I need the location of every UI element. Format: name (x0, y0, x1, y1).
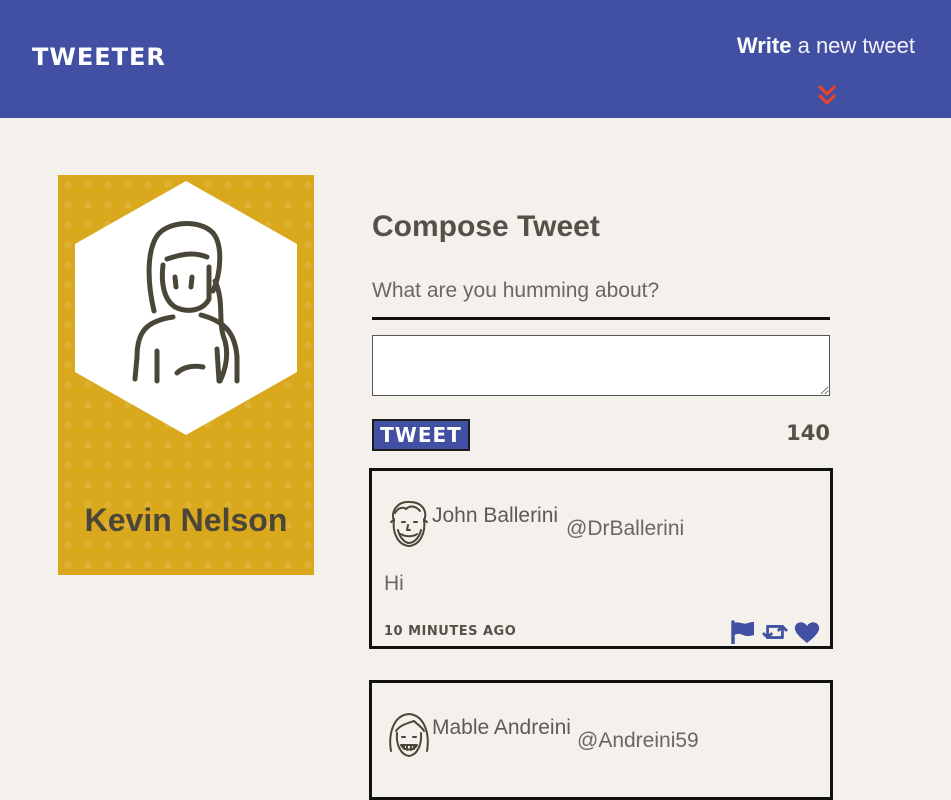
tweet-author-name: John Ballerini (432, 504, 559, 527)
tweet-author-handle: @Andreini59 (577, 729, 699, 752)
tweet-author-name: Mable Andreini (432, 716, 571, 739)
double-chevron-down-icon[interactable] (815, 84, 839, 108)
brand-logo[interactable]: TWEETER (32, 40, 166, 74)
compose-title: Compose Tweet (372, 210, 600, 243)
tweet-author-handle: @DrBallerini (566, 517, 685, 540)
tweet-body: Hi (384, 572, 404, 595)
compose-divider (372, 317, 830, 320)
tweet-actions (730, 620, 820, 644)
tweet-textarea[interactable] (372, 335, 830, 396)
write-new-tweet-link[interactable]: Write a new tweet (737, 32, 915, 60)
flag-icon[interactable] (730, 620, 756, 644)
tweet-card: John Ballerini @DrBallerini Hi 10 MINUTE… (369, 468, 833, 649)
tweet-timestamp: 10 MINUTES AGO (384, 624, 517, 639)
bearded-man-avatar-icon (390, 500, 428, 547)
tweet-button[interactable]: TWEET (372, 419, 470, 451)
char-counter: 140 (786, 421, 830, 445)
heart-icon[interactable] (794, 620, 820, 644)
person-avatar-icon (75, 181, 297, 435)
write-label-rest: a new tweet (791, 33, 915, 58)
navbar: TWEETER Write a new tweet (0, 0, 951, 118)
profile-card: Kevin Nelson (58, 175, 314, 575)
write-label-bold: Write (736, 33, 792, 58)
tweet-card: Mable Andreini @Andreini59 (369, 680, 833, 800)
woman-avatar-icon (389, 713, 429, 757)
retweet-icon[interactable] (762, 620, 788, 644)
compose-label: What are you humming about? (372, 279, 660, 302)
profile-name: Kevin Nelson (84, 502, 288, 538)
